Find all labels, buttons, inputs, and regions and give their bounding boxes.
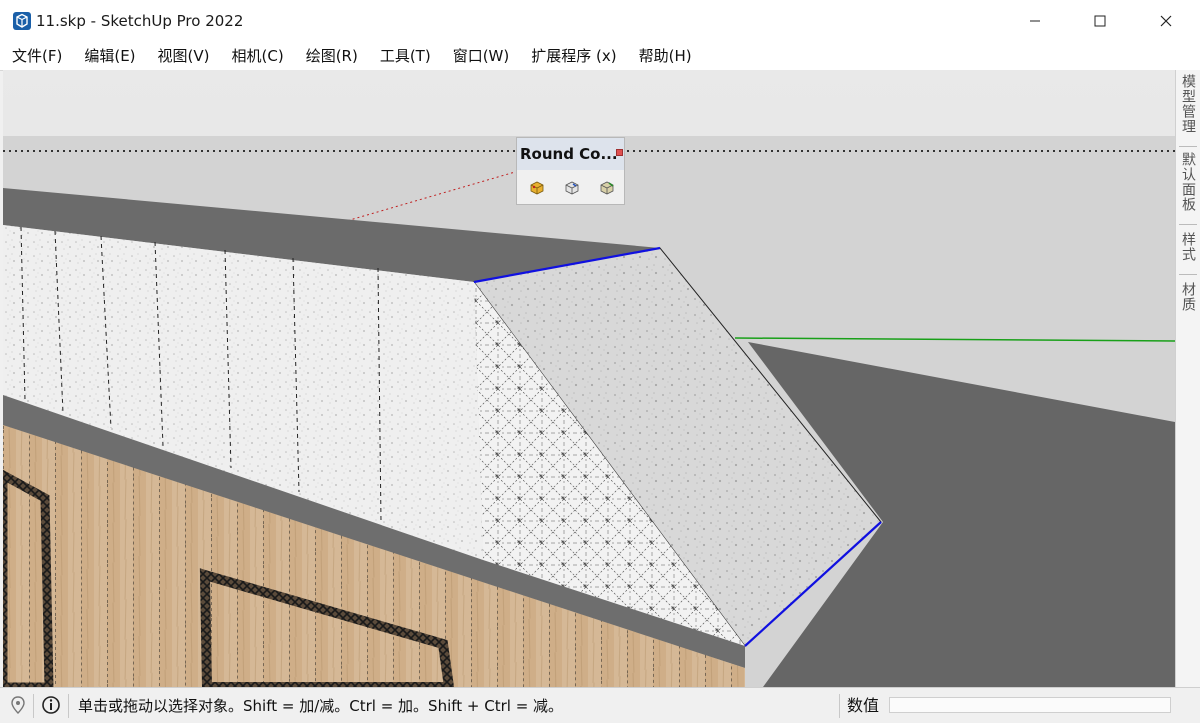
menu-window[interactable]: 窗口(W) [441, 46, 520, 66]
tray-separator [1179, 224, 1197, 225]
status-separator [839, 694, 840, 718]
close-icon [1160, 15, 1172, 27]
status-hint: 单击或拖动以选择对象。Shift = 加/减。Ctrl = 加。Shift + … [78, 697, 564, 715]
round-corner-toolbar: Round Co... [516, 137, 625, 205]
menu-edit[interactable]: 编辑(E) [72, 46, 145, 66]
title-bar: 11.skp - SketchUp Pro 2022 [0, 0, 1200, 43]
tray-tab-materials[interactable]: 材质 [1178, 282, 1198, 312]
maximize-icon [1094, 15, 1106, 27]
window-title: 11.skp - SketchUp Pro 2022 [36, 12, 244, 30]
measurements-label: 数值 [847, 696, 880, 715]
menu-extensions[interactable]: 扩展程序 (x) [519, 46, 626, 66]
menu-camera[interactable]: 相机(C) [220, 46, 294, 66]
tray-tab-styles[interactable]: 样式 [1178, 232, 1198, 262]
tray-tab-default-panel[interactable]: 默认面板 [1178, 152, 1198, 212]
toolbar-title: Round Co... [520, 145, 618, 163]
minimize-icon [1030, 20, 1040, 22]
menu-bar: 文件(F) 编辑(E) 视图(V) 相机(C) 绘图(R) 工具(T) 窗口(W… [0, 42, 1200, 71]
menu-tools[interactable]: 工具(T) [368, 46, 441, 66]
geo-location-icon[interactable] [8, 695, 28, 715]
status-separator [33, 694, 34, 718]
menu-help[interactable]: 帮助(H) [627, 46, 702, 66]
tray-separator [1179, 146, 1197, 147]
menu-file[interactable]: 文件(F) [0, 46, 72, 66]
default-tray: 模型管理 默认面板 样式 材质 [1175, 70, 1200, 687]
bevel-icon[interactable] [598, 178, 616, 196]
menu-draw[interactable]: 绘图(R) [294, 46, 368, 66]
toolbar-close-icon[interactable] [616, 149, 623, 156]
status-separator [68, 694, 69, 718]
menu-view[interactable]: 视图(V) [146, 46, 220, 66]
tray-separator [1179, 274, 1197, 275]
round-corner-icon[interactable] [528, 178, 546, 196]
toolbar-header[interactable]: Round Co... [517, 138, 624, 170]
tray-tab-model-manager[interactable]: 模型管理 [1178, 74, 1198, 134]
sketchup-app-icon [13, 12, 31, 30]
measurements-input[interactable] [889, 697, 1171, 713]
sharp-corner-icon[interactable] [563, 178, 581, 196]
info-icon[interactable] [41, 695, 61, 715]
minimize-button[interactable] [1012, 0, 1058, 42]
close-button[interactable] [1143, 0, 1189, 42]
maximize-button[interactable] [1077, 0, 1123, 42]
